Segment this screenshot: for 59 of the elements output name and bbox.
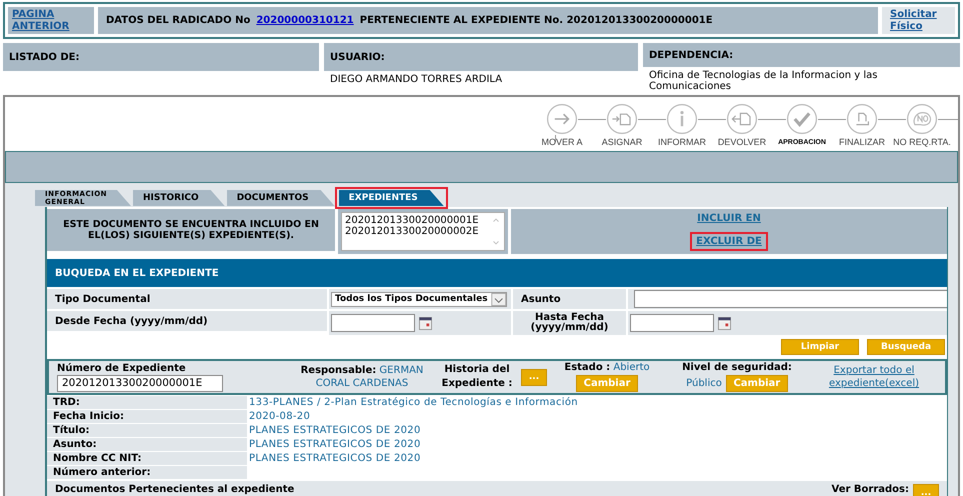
expediente-title: PERTENECIENTE AL EXPEDIENTE No. 20201201330020000001E: [360, 15, 713, 26]
column-value: Oficina de Tecnologias de la Informacion y las Comunicaciones: [648, 69, 878, 92]
check-icon: [786, 103, 818, 135]
responsible-text: Responsable: GERMAN CORAL CARDENAS: [300, 364, 424, 390]
field-label: Número de Expediente: [57, 362, 187, 374]
info-icon: [666, 103, 698, 135]
toolbar-button[interactable]: NO REQ.RTA.: [894, 103, 950, 151]
column-header: USUARIO:: [324, 43, 638, 71]
field-label: Nivel de seguridad:: [682, 362, 792, 373]
field-label: Historia del Expediente :: [440, 363, 514, 391]
tab[interactable]: HISTORICO: [133, 189, 225, 207]
toolbar-button[interactable]: DEVOLVER: [714, 103, 770, 151]
section-header: BUQUEDA EN EL EXPEDIENTE: [47, 259, 947, 287]
radicado-title: DATOS DEL RADICADO No: [106, 15, 250, 26]
expediente-list[interactable]: 20201201330020000001E 20201201330020000002E: [341, 212, 505, 251]
detail-value: PLANES ESTRATEGICOS DE 2020: [249, 453, 421, 464]
field-label: Asunto: [513, 289, 626, 309]
radicado-link[interactable]: 20200000310121: [256, 15, 354, 26]
status-text: Estado : Abierto: [564, 362, 650, 373]
detail-label: Fecha Inicio:: [47, 410, 247, 424]
detail-value: PLANES ESTRATEGICOS DE 2020: [249, 439, 421, 450]
detail-label: Nombre CC NIT:: [47, 452, 247, 466]
date-field[interactable]: [331, 314, 415, 332]
documents-title: Documentos Pertenecientes al expediente: [55, 484, 296, 495]
security-level: Público: [686, 378, 722, 389]
column-header: LISTADO DE:: [3, 43, 319, 71]
toolbar-button[interactable]: FINALIZAR: [834, 103, 890, 151]
inclusion-message: ESTE DOCUMENTO SE ENCUENTRA INCLUIDO EN EL(LOS) SIGUIENTE(S) EXPEDIENTE(S).: [47, 209, 335, 251]
caret-icon: [490, 292, 506, 306]
expediente-number-field[interactable]: 20201201330020000001E: [57, 374, 223, 392]
no-bubble-icon: [906, 103, 938, 135]
type-dropdown[interactable]: Todos los Tipos Documentales: [331, 292, 507, 306]
toolbar-button[interactable]: INFORMAR: [654, 103, 710, 151]
field-label: Hasta Fecha (yyyy/mm/dd): [513, 311, 626, 335]
field-label: Ver Borrados:: [832, 484, 909, 495]
export-link[interactable]: Exportar todo el expediente(excel): [819, 364, 929, 390]
subject-field[interactable]: [634, 290, 947, 308]
column-header: DEPENDENCIA:: [643, 43, 960, 67]
detail-value: 2020-08-20: [249, 411, 310, 422]
document-arrow-icon: [606, 103, 638, 135]
toolbar-button[interactable]: ASIGNAR: [594, 103, 650, 151]
arrow-icon: [546, 103, 578, 135]
document-icon: [846, 103, 878, 135]
tab[interactable]: EXPEDIENTES: [336, 189, 446, 207]
detail-value: 133-PLANES / 2-Plan Estratégico de Tecnologías e Información: [249, 397, 578, 408]
field-label: Tipo Documental: [47, 289, 327, 309]
detail-label: TRD:: [47, 396, 247, 410]
calendar-icon[interactable]: [718, 316, 731, 330]
detail-label: Número anterior:: [47, 466, 247, 480]
detail-label: Título:: [47, 424, 247, 438]
calendar-icon[interactable]: [419, 316, 432, 330]
column-value: DIEGO ARMANDO TORRES ARDILA: [329, 73, 504, 85]
date-field[interactable]: [630, 314, 714, 332]
detail-label: Asunto:: [47, 438, 247, 452]
detail-value: PLANES ESTRATEGICOS DE 2020: [249, 425, 421, 436]
field-label: Desde Fecha (yyyy/mm/dd): [47, 311, 327, 331]
tab[interactable]: DOCUMENTOS: [226, 189, 335, 207]
document-back-icon: [726, 103, 758, 135]
toolbar-button[interactable]: MOVER A: [534, 103, 590, 151]
